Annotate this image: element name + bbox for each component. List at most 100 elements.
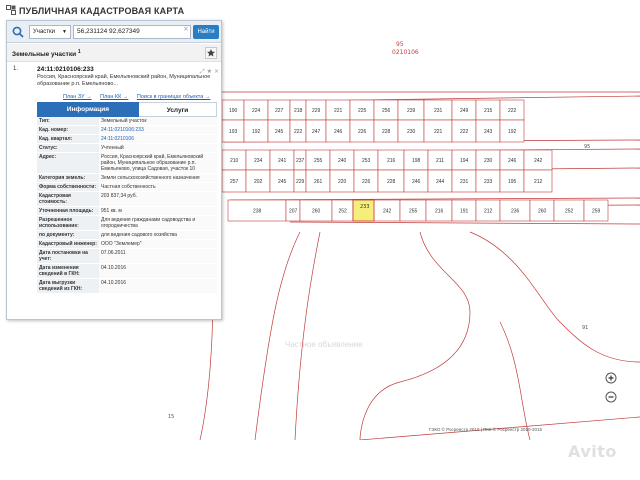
plan-zu-link[interactable]: План ЗУ → — [63, 94, 92, 100]
parcel-number: 239 — [407, 108, 416, 114]
properties-table: Тип: Земельный участок Кад. номер: 24:11:02… — [37, 117, 217, 294]
property-row: Адрес: Россия, Красноярский край, Емельян… — [37, 152, 217, 174]
results-header[interactable]: Земельные участки 1 — [7, 44, 221, 62]
parcel-number: 190 — [229, 108, 238, 114]
tabs: Информация Услуги — [37, 102, 217, 117]
property-key: Форма собственности: — [37, 182, 99, 192]
page-title: ПУБЛИЧНАЯ КАДАСТРОВАЯ КАРТА — [19, 6, 185, 16]
property-key: Кадастровый инженер: — [37, 239, 99, 249]
results-title: Земельные участки — [12, 51, 77, 59]
parcel-number: 193 — [229, 129, 238, 135]
result-number: 24:11:0210106:233 — [37, 66, 94, 73]
parcel-number: 211 — [436, 158, 444, 164]
parcel-number: 229 — [312, 108, 321, 114]
zoom-to-icon[interactable]: ⤢ — [200, 68, 205, 75]
parcel-number: 228 — [382, 129, 391, 135]
star-outline-icon[interactable]: ★ — [207, 68, 212, 75]
property-key: Дата изменения сведений в ГКН: — [37, 263, 99, 279]
parcel-number: 216 — [435, 209, 444, 215]
tab-services[interactable]: Услуги — [139, 102, 217, 117]
map-credits: ГЭКО © Росреестр 2010 | ПКК © Росреестр … — [428, 427, 542, 432]
avito-watermark: Avito — [568, 442, 617, 461]
search-type-select[interactable]: Участки ▼ — [29, 25, 71, 39]
property-row: Форма собственности: Частная собственност… — [37, 182, 217, 192]
property-value[interactable]: 24:11:0210106:233 — [99, 125, 217, 135]
property-value: для ведения садового хозяйства — [99, 230, 217, 240]
clear-icon[interactable]: × — [183, 25, 189, 33]
chevron-down-icon: ▼ — [62, 29, 67, 35]
property-value: Частная собственность — [99, 182, 217, 192]
parcel-number: 246 — [508, 158, 517, 164]
property-row: Тип: Земельный участок — [37, 117, 217, 126]
parcel-number: 226 — [358, 129, 367, 135]
outer-label-15: 15 — [168, 414, 174, 420]
property-value[interactable]: 24:11:0210106 — [99, 134, 217, 144]
parcel-number: 225 — [358, 108, 367, 114]
parcel-number: 261 — [314, 179, 323, 185]
property-row: по документу: для ведения садового хозяйс… — [37, 230, 217, 240]
property-value: 951 кв. м — [99, 206, 217, 216]
property-value: 203 837,34 руб. — [99, 191, 217, 207]
property-key: Кад. квартал: — [37, 134, 99, 144]
plan-kk-link[interactable]: План КК → — [100, 94, 128, 100]
search-type-label: Участки — [33, 29, 55, 35]
parcel-number: 192 — [508, 129, 517, 135]
zoom-out-button[interactable] — [605, 391, 617, 403]
parcel-number: 260 — [312, 209, 321, 215]
parcel-number: 252 — [565, 209, 574, 215]
close-icon[interactable]: × — [214, 68, 219, 75]
parcel-number: 229 — [296, 179, 305, 185]
property-key: Кад. номер: — [37, 125, 99, 135]
property-key: Кадастровая стоимость: — [37, 191, 99, 207]
parcel-number: 240 — [338, 158, 347, 164]
star-icon[interactable] — [205, 47, 217, 59]
property-row: Дата изменения сведений в ГКН: 04.10.2016 — [37, 263, 217, 279]
zoom-in-button[interactable] — [605, 372, 617, 384]
parcel-number: 222 — [294, 129, 303, 135]
search-input[interactable]: 56,231124 92,627349 — [73, 25, 191, 39]
parcel-number: 192 — [252, 129, 261, 135]
quarter-index: 95 — [396, 41, 404, 48]
parcel-number: 202 — [254, 179, 263, 185]
parcel-number: 220 — [338, 179, 347, 185]
page: ПУБЛИЧНАЯ КАДАСТРОВАЯ КАРТА 190 224 227 218… — [0, 0, 640, 480]
parcel-number: 195 — [508, 179, 517, 185]
property-row: Дата выгрузки сведений из ГКН: 04.10.2016 — [37, 278, 217, 294]
result-links: План ЗУ → План КК → Поиск в границах объ… — [63, 94, 217, 100]
quarter-label: 0210106 — [392, 49, 419, 56]
property-row: Категория земель: Земли сельскохозяйствен… — [37, 173, 217, 183]
property-key: Статус: — [37, 143, 99, 153]
search-in-bounds-link[interactable]: Поиск в границах объекта → — [137, 94, 210, 100]
parcel-number: 215 — [484, 108, 493, 114]
highlighted-parcel-label: 233 — [360, 204, 370, 210]
find-button[interactable]: Найти — [193, 25, 219, 39]
parcel-number: 252 — [339, 209, 348, 215]
parcel-number: 218 — [294, 108, 303, 114]
parcel-number: 231 — [434, 108, 443, 114]
parcel-number: 222 — [460, 129, 469, 135]
parcel-number: 245 — [278, 179, 287, 185]
parcel-number: 230 — [484, 158, 493, 164]
property-value: Для ведения гражданами садоводства и ого… — [99, 215, 217, 231]
property-key: Тип: — [37, 117, 99, 126]
parcel-number: 194 — [460, 158, 469, 164]
property-row: Разрешенное использование: Для ведения гр… — [37, 215, 217, 231]
parcel-number: 244 — [436, 179, 445, 185]
property-value: Земли сельскохозяйственного назначения — [99, 173, 217, 183]
parcel-number: 242 — [383, 209, 392, 215]
result-item[interactable]: 1. 24:11:0210106:233 Россия, Красноярски… — [13, 66, 217, 87]
tab-information[interactable]: Информация — [37, 102, 139, 117]
search-icon[interactable] — [11, 25, 25, 39]
search-bar: Участки ▼ 56,231124 92,627349 × Найти — [7, 21, 221, 43]
property-value: 04.10.2016 — [99, 278, 217, 294]
property-row: Уточненная площадь: 951 кв. м — [37, 206, 217, 216]
parcel-number: 221 — [434, 129, 443, 135]
parcel-number: 246 — [334, 129, 343, 135]
parcel-number: 255 — [409, 209, 418, 215]
parcel-number: 224 — [252, 108, 261, 114]
property-value: Земельный участок — [99, 117, 217, 126]
parcel-number: 191 — [460, 209, 469, 215]
result-tools: ⤢ ★ × — [200, 68, 219, 76]
parcel-number: 227 — [275, 108, 284, 114]
parcel-number: 242 — [534, 158, 543, 164]
